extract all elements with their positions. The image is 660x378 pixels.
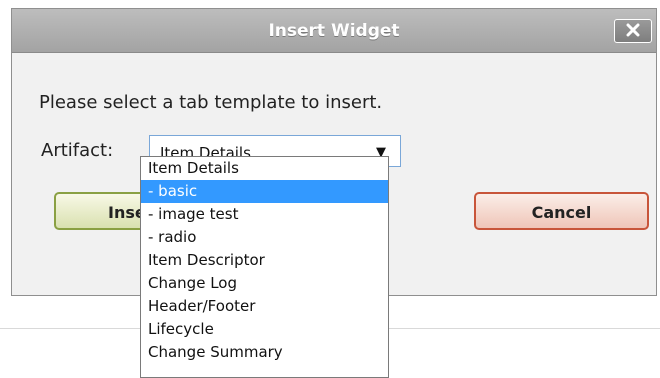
close-button[interactable] xyxy=(614,19,652,43)
dropdown-option-lifecycle[interactable]: Lifecycle xyxy=(141,318,388,341)
artifact-label: Artifact: xyxy=(41,140,114,161)
dropdown-option-item-details[interactable]: Item Details xyxy=(141,157,388,180)
artifact-dropdown-list[interactable]: Item Details - basic - image test - radi… xyxy=(140,156,389,378)
instruction-text: Please select a tab template to insert. xyxy=(39,92,383,113)
close-icon xyxy=(626,22,640,41)
dropdown-option-basic[interactable]: - basic xyxy=(141,180,388,203)
dropdown-option-item-descriptor[interactable]: Item Descriptor xyxy=(141,249,388,272)
dropdown-option-change-log[interactable]: Change Log xyxy=(141,272,388,295)
dropdown-option-change-summary[interactable]: Change Summary xyxy=(141,341,388,364)
dropdown-option-header-footer[interactable]: Header/Footer xyxy=(141,295,388,318)
dropdown-option-image-test[interactable]: - image test xyxy=(141,203,388,226)
cancel-button-label: Cancel xyxy=(531,203,592,222)
dialog-title: Insert Widget xyxy=(268,21,400,41)
dropdown-option-radio[interactable]: - radio xyxy=(141,226,388,249)
cancel-button[interactable]: Cancel xyxy=(474,192,649,230)
dialog-titlebar[interactable]: Insert Widget xyxy=(12,9,656,53)
